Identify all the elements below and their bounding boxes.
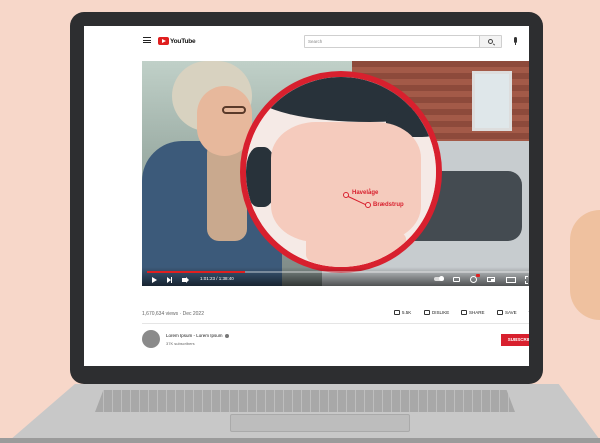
miniplayer-icon[interactable] [487,277,495,282]
channel-name[interactable]: Lorem Ipsum - Lorem Ipsum [166,333,229,338]
microphone-icon[interactable] [514,37,517,45]
share-label: SHARE [469,310,485,315]
video-meta: 1,670,634 views · Dec 2022 5.5K DISLIKE … [142,308,529,324]
settings-gear-icon[interactable] [470,276,477,283]
next-icon[interactable] [167,277,172,283]
captions-icon[interactable] [453,277,460,282]
person-glasses [222,106,246,114]
play-logo-icon [158,37,169,45]
player-controls: 1:01:23 / 1:38:40 [142,267,529,286]
like-button[interactable]: 5.5K [394,310,411,315]
menu-icon[interactable] [143,37,151,43]
background-shape [570,210,600,320]
laptop-base [0,384,600,443]
place-label-braedstrup: Brædstrup [373,202,404,208]
keyboard [95,390,515,412]
autoplay-toggle[interactable] [434,276,444,281]
search-box: Search [304,35,502,48]
theater-mode-icon[interactable] [506,277,516,283]
thumbs-up-icon [394,310,400,315]
map-land [271,122,421,242]
map-land [306,227,406,267]
search-input[interactable]: Search [305,36,479,47]
progress-fill [147,271,245,273]
dislike-label: DISLIKE [432,310,450,315]
thumbs-down-icon [424,310,430,315]
fullscreen-icon[interactable] [525,276,529,284]
save-button[interactable]: SAVE [497,310,517,315]
laptop-edge [0,438,600,443]
more-options-icon[interactable]: ··· [528,309,529,315]
subscriber-count: 37K subscribers [166,341,195,346]
building-window [472,71,512,131]
video-player[interactable]: Havelåge Brædstrup 1:01:23 / 1:38:40 [142,61,529,286]
share-icon [461,310,467,315]
place-label-havelaage: Havelåge [352,190,379,196]
place-marker [365,202,371,208]
channel-name-text: Lorem Ipsum - Lorem Ipsum [166,333,223,338]
save-label: SAVE [505,310,517,315]
logo-text: YouTube [170,37,196,45]
youtube-logo[interactable]: YouTube [158,37,196,45]
search-button[interactable] [479,36,501,47]
dislike-button[interactable]: DISLIKE [424,310,449,315]
progress-bar[interactable] [147,271,529,273]
trackpad [230,414,410,432]
play-icon[interactable] [152,277,157,283]
map-overlay: Havelåge Brædstrup [240,71,442,273]
subscribe-button[interactable]: SUBSCRIBE [501,334,529,346]
hd-badge [476,274,480,277]
screen: YouTube Search Havelåge Brædstrup 1:01:2… [84,26,529,366]
avatar[interactable] [142,330,160,348]
view-count: 1,670,634 views · Dec 2022 [142,311,204,317]
time-display: 1:01:23 / 1:38:40 [200,276,234,281]
header: YouTube Search [84,26,529,56]
verified-icon [224,333,229,338]
channel-row: Lorem Ipsum - Lorem Ipsum 37K subscriber… [142,330,529,354]
save-playlist-icon [497,310,503,315]
share-button[interactable]: SHARE [461,310,485,315]
volume-icon[interactable] [182,277,189,283]
place-marker [343,192,349,198]
like-count: 5.5K [402,310,412,315]
search-icon [488,39,493,44]
